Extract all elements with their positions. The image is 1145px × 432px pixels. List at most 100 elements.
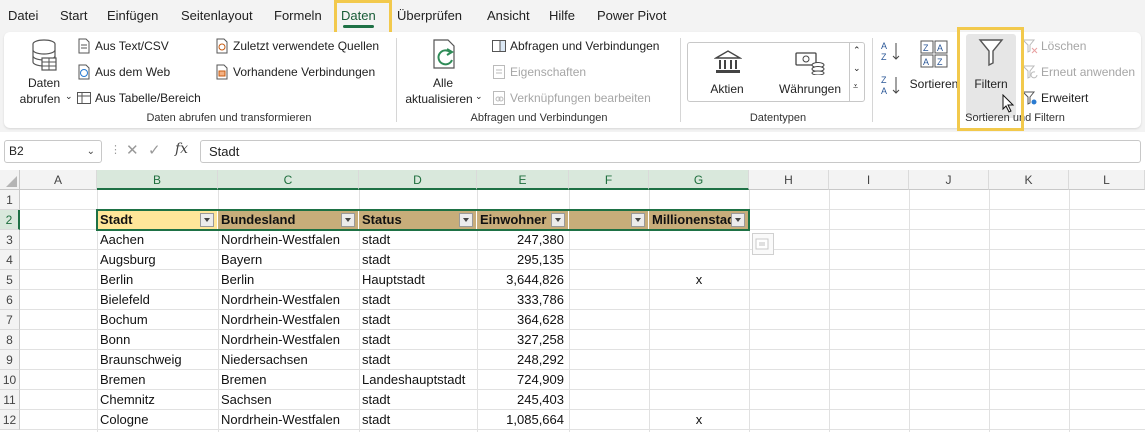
cell-f8[interactable] [569,330,649,350]
gallery-up-icon[interactable]: ⌃ [853,45,861,56]
table-header-stadt[interactable]: Stadt [97,210,218,230]
filter-dropdown-icon[interactable] [731,213,745,227]
select-all-corner[interactable] [0,170,20,190]
tab-power-pivot[interactable]: Power Pivot [597,0,666,32]
tab-view[interactable]: Ansicht [487,0,530,32]
cell-d10[interactable]: Landeshauptstadt [359,370,477,390]
cell-c11[interactable]: Sachsen [218,390,359,410]
cell-d3[interactable]: stadt [359,230,477,250]
tab-data[interactable]: Daten [341,0,376,32]
cell-c9[interactable]: Niedersachsen [218,350,359,370]
currencies-button[interactable]: Währungen [772,45,848,99]
cell-f11[interactable] [569,390,649,410]
cell-b9[interactable]: Braunschweig [97,350,218,370]
cell-e6[interactable]: 333,786 [477,290,569,310]
cell-d6[interactable]: stadt [359,290,477,310]
cell-e12[interactable]: 1,085,664 [477,410,569,430]
from-table-button[interactable]: Aus Tabelle/Bereich [76,90,201,106]
cell-f9[interactable] [569,350,649,370]
column-header-g[interactable]: G [649,170,749,190]
filter-dropdown-icon[interactable] [459,213,473,227]
filter-dropdown-icon[interactable] [631,213,645,227]
filter-dropdown-icon[interactable] [200,213,214,227]
tab-insert[interactable]: Einfügen [107,0,158,32]
cell-e8[interactable]: 327,258 [477,330,569,350]
clear-filter-button[interactable]: Löschen [1022,38,1086,54]
cell-e3[interactable]: 247,380 [477,230,569,250]
table-header-empty[interactable] [569,210,649,230]
stocks-button[interactable]: Aktien [692,45,762,99]
cell-f4[interactable] [569,250,649,270]
tab-help[interactable]: Hilfe [549,0,575,32]
cell-f5[interactable] [569,270,649,290]
row-header-3[interactable]: 3 [0,230,20,250]
row-header-5[interactable]: 5 [0,270,20,290]
cell-c12[interactable]: Nordrhein-Westfalen [218,410,359,430]
refresh-all-button[interactable]: Alle aktualisieren ⌄ [402,36,484,108]
properties-button[interactable]: Eigenschaften [491,64,586,80]
row-header-6[interactable]: 6 [0,290,20,310]
row-header-8[interactable]: 8 [0,330,20,350]
gallery-more-icon[interactable]: ⩡ [853,81,858,92]
gallery-down-icon[interactable]: ⌄ [853,63,861,74]
enter-icon[interactable]: ✓ [148,141,161,159]
row-header-7[interactable]: 7 [0,310,20,330]
tab-home[interactable]: Start [60,0,87,32]
tab-formulas[interactable]: Formeln [274,0,322,32]
row-header-1[interactable]: 1 [0,190,20,210]
recent-sources-button[interactable]: Zuletzt verwendete Quellen [214,38,379,54]
sort-za-button[interactable]: Z A [880,74,902,96]
column-header-j[interactable]: J [909,170,989,190]
table-header-bundesland[interactable]: Bundesland [218,210,359,230]
column-header-b[interactable]: B [97,170,218,190]
edit-links-button[interactable]: Verknüpfungen bearbeiten [491,90,651,106]
tab-review[interactable]: Überprüfen [397,0,462,32]
cell-b3[interactable]: Aachen [97,230,218,250]
cell-g11[interactable] [649,390,749,410]
tab-file[interactable]: Datei [8,0,38,32]
cell-e4[interactable]: 295,135 [477,250,569,270]
filter-dropdown-icon[interactable] [341,213,355,227]
cell-g12[interactable]: x [649,410,749,430]
column-header-d[interactable]: D [359,170,477,190]
name-box[interactable]: B2 ⌄ [4,140,102,163]
formula-input[interactable]: Stadt [200,140,1141,163]
filter-dropdown-icon[interactable] [551,213,565,227]
row-header-9[interactable]: 9 [0,350,20,370]
cell-c5[interactable]: Berlin [218,270,359,290]
table-header-status[interactable]: Status [359,210,477,230]
cancel-icon[interactable]: ✕ [126,141,139,159]
cell-c4[interactable]: Bayern [218,250,359,270]
cell-d4[interactable]: stadt [359,250,477,270]
cell-g10[interactable] [649,370,749,390]
reapply-filter-button[interactable]: Erneut anwenden [1022,64,1135,80]
cell-g7[interactable] [649,310,749,330]
cell-e7[interactable]: 364,628 [477,310,569,330]
cell-g4[interactable] [649,250,749,270]
row-header-2[interactable]: 2 [0,210,20,230]
cell-d9[interactable]: stadt [359,350,477,370]
cell-d11[interactable]: stadt [359,390,477,410]
sort-az-button[interactable]: A Z [880,40,902,62]
queries-connections-button[interactable]: Abfragen und Verbindungen [491,38,659,54]
cell-b10[interactable]: Bremen [97,370,218,390]
cell-e5[interactable]: 3,644,826 [477,270,569,290]
chevron-down-icon[interactable]: ⌄ [87,141,95,162]
cell-e10[interactable]: 724,909 [477,370,569,390]
cell-c3[interactable]: Nordrhein-Westfalen [218,230,359,250]
cell-e9[interactable]: 248,292 [477,350,569,370]
filter-button[interactable]: Filtern [966,34,1016,118]
cell-d8[interactable]: stadt [359,330,477,350]
row-header-4[interactable]: 4 [0,250,20,270]
cell-f12[interactable] [569,410,649,430]
column-header-e[interactable]: E [477,170,569,190]
sort-button[interactable]: Z A A Z Sortieren [906,36,962,108]
cell-b5[interactable]: Berlin [97,270,218,290]
column-header-l[interactable]: L [1069,170,1145,190]
row-header-12[interactable]: 12 [0,410,20,430]
cell-g8[interactable] [649,330,749,350]
column-header-h[interactable]: H [749,170,829,190]
cell-c6[interactable]: Nordrhein-Westfalen [218,290,359,310]
cell-b6[interactable]: Bielefeld [97,290,218,310]
existing-connections-button[interactable]: Vorhandene Verbindungen [214,64,375,80]
